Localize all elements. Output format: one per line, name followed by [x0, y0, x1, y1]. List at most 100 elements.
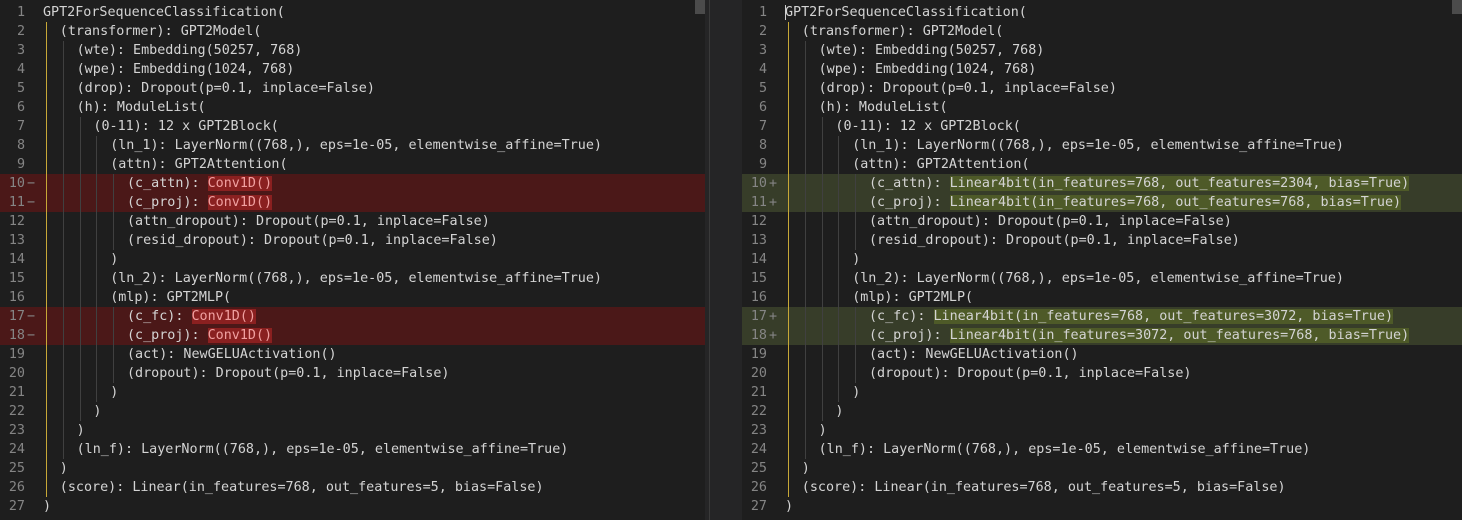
- code-token: ): [43, 499, 52, 514]
- code-line[interactable]: 13 (resid_dropout): Dropout(p=0.1, inplac…: [0, 231, 705, 250]
- indent-guide: [788, 60, 789, 79]
- code-line[interactable]: 3 (wte): Embedding(50257, 768): [742, 41, 1462, 60]
- code-line[interactable]: 2 (transformer): GPT2Model(: [0, 22, 705, 41]
- code-line[interactable]: 27): [0, 497, 705, 516]
- code-line[interactable]: 4 (wpe): Embedding(1024, 768): [0, 60, 705, 79]
- indent-guide: [788, 288, 789, 307]
- code-line[interactable]: 5 (drop): Dropout(p=0.1, inplace=False): [0, 79, 705, 98]
- code-text: (c_proj): Conv1D(): [127, 193, 273, 212]
- line-number: 15: [8, 271, 25, 286]
- code-line[interactable]: 6 (h): ModuleList(: [0, 98, 705, 117]
- code-line[interactable]: 27): [742, 497, 1462, 516]
- indent-guide: [838, 364, 840, 383]
- indent-guide: [788, 269, 789, 288]
- code-line[interactable]: 15 (ln_2): LayerNorm((768,), eps=1e-05, e…: [742, 269, 1462, 288]
- code-line[interactable]: 25): [0, 459, 705, 478]
- code-token: ): [835, 404, 844, 419]
- added-line[interactable]: 10 + (c_attn): Linear4bit(in_features=768,…: [742, 174, 1462, 193]
- code-line[interactable]: 8 (ln_1): LayerNorm((768,), eps=1e-05, el…: [0, 136, 705, 155]
- indent-guide: [838, 155, 840, 174]
- code-line[interactable]: 21): [0, 383, 705, 402]
- code-line[interactable]: 7 (0-11): 12 x GPT2Block(: [742, 117, 1462, 136]
- diff-divider[interactable]: [705, 0, 742, 520]
- code-line[interactable]: 21): [742, 383, 1462, 402]
- indent-guide: [838, 345, 840, 364]
- code-line[interactable]: 24 (ln_f): LayerNorm((768,), eps=1e-05, e…: [0, 440, 705, 459]
- code-token: ): [59, 461, 68, 476]
- indent-guide: [113, 326, 115, 345]
- removed-line[interactable]: 11− (c_proj): Conv1D(): [0, 193, 705, 212]
- code-line[interactable]: 16 (mlp): GPT2MLP(: [0, 288, 705, 307]
- code-token: ): [852, 252, 861, 267]
- code-line[interactable]: 22): [0, 402, 705, 421]
- code-line[interactable]: 15 (ln_2): LayerNorm((768,), eps=1e-05, e…: [0, 269, 705, 288]
- code-line[interactable]: 22): [742, 402, 1462, 421]
- divider-sash[interactable]: [709, 0, 710, 520]
- indent-guide: [113, 174, 115, 193]
- removed-line[interactable]: 18− (c_proj): Conv1D(): [0, 326, 705, 345]
- code-line[interactable]: 2 (transformer): GPT2Model(: [742, 22, 1462, 41]
- indent-guide: [788, 364, 789, 383]
- code-line[interactable]: 9 (attn): GPT2Attention(: [742, 155, 1462, 174]
- original-editor-pane[interactable]: 1 GPT2ForSequenceClassification(2 (transfo…: [0, 0, 705, 520]
- code-token: ): [110, 385, 119, 400]
- added-line[interactable]: 11 + (c_proj): Linear4bit(in_features=768,…: [742, 193, 1462, 212]
- indent-guide: [79, 269, 81, 288]
- code-line[interactable]: 20 (dropout): Dropout(p=0.1, inplace=Fals…: [0, 364, 705, 383]
- code-line[interactable]: 1 GPT2ForSequenceClassification(: [742, 3, 1462, 22]
- code-line[interactable]: 26 (score): Linear(in_features=768, out_f…: [0, 478, 705, 497]
- removed-line[interactable]: 10− (c_attn): Conv1D(): [0, 174, 705, 193]
- code-line[interactable]: 14): [0, 250, 705, 269]
- code-line[interactable]: 19 (act): NewGELUActivation(): [742, 345, 1462, 364]
- indent-guide: [113, 364, 115, 383]
- code-token: (wpe): Embedding(1024, 768): [76, 62, 295, 77]
- modified-scrollbar[interactable]: [1452, 0, 1462, 14]
- code-line[interactable]: 24 (ln_f): LayerNorm((768,), eps=1e-05, e…: [742, 440, 1462, 459]
- removed-token: Conv1D(): [207, 176, 273, 191]
- indent-guide: [96, 136, 98, 155]
- indent-guide: [838, 136, 840, 155]
- indent-guide: [788, 174, 789, 193]
- code-line[interactable]: 4 (wpe): Embedding(1024, 768): [742, 60, 1462, 79]
- code-line[interactable]: 25): [742, 459, 1462, 478]
- indent-guide: [804, 41, 806, 60]
- code-line[interactable]: 5 (drop): Dropout(p=0.1, inplace=False): [742, 79, 1462, 98]
- indent-guide: [855, 174, 857, 193]
- code-token: (ln_1): LayerNorm((768,), eps=1e-05, ele…: [852, 138, 1344, 153]
- code-token: (h): ModuleList(: [818, 100, 948, 115]
- code-line[interactable]: 8 (ln_1): LayerNorm((768,), eps=1e-05, el…: [742, 136, 1462, 155]
- code-text: ): [785, 497, 793, 516]
- code-line[interactable]: 3 (wte): Embedding(50257, 768): [0, 41, 705, 60]
- indent-guide: [96, 383, 98, 402]
- indent-guide: [62, 288, 64, 307]
- code-line[interactable]: 23): [0, 421, 705, 440]
- indent-guide: [96, 307, 98, 326]
- removed-token: Conv1D(): [207, 195, 273, 210]
- line-number: 14: [8, 252, 25, 267]
- line-number: 17: [8, 309, 25, 324]
- code-line[interactable]: 26 (score): Linear(in_features=768, out_f…: [742, 478, 1462, 497]
- line-number: 1: [758, 5, 767, 20]
- indent-guide: [838, 269, 840, 288]
- added-line[interactable]: 17 + (c_fc): Linear4bit(in_features=768, o…: [742, 307, 1462, 326]
- code-line[interactable]: 7 (0-11): 12 x GPT2Block(: [0, 117, 705, 136]
- code-line[interactable]: 23): [742, 421, 1462, 440]
- indent-guide: [113, 345, 115, 364]
- code-line[interactable]: 12 (attn_dropout): Dropout(p=0.1, inplace…: [0, 212, 705, 231]
- code-line[interactable]: 1 GPT2ForSequenceClassification(: [0, 3, 705, 22]
- modified-editor-pane[interactable]: 1 GPT2ForSequenceClassification(2 (transfo…: [742, 0, 1462, 520]
- code-line[interactable]: 19 (act): NewGELUActivation(): [0, 345, 705, 364]
- code-line[interactable]: 12 (attn_dropout): Dropout(p=0.1, inplace…: [742, 212, 1462, 231]
- added-line[interactable]: 18 + (c_proj): Linear4bit(in_features=3072…: [742, 326, 1462, 345]
- code-line[interactable]: 13 (resid_dropout): Dropout(p=0.1, inplac…: [742, 231, 1462, 250]
- code-line[interactable]: 16 (mlp): GPT2MLP(: [742, 288, 1462, 307]
- code-line[interactable]: 20 (dropout): Dropout(p=0.1, inplace=Fals…: [742, 364, 1462, 383]
- indent-guide: [46, 117, 47, 136]
- code-line[interactable]: 9 (attn): GPT2Attention(: [0, 155, 705, 174]
- removed-line[interactable]: 17− (c_fc): Conv1D(): [0, 307, 705, 326]
- code-line[interactable]: 6 (h): ModuleList(: [742, 98, 1462, 117]
- original-scrollbar[interactable]: [695, 0, 705, 14]
- indent-guide: [79, 212, 81, 231]
- indent-guide: [838, 307, 840, 326]
- code-line[interactable]: 14): [742, 250, 1462, 269]
